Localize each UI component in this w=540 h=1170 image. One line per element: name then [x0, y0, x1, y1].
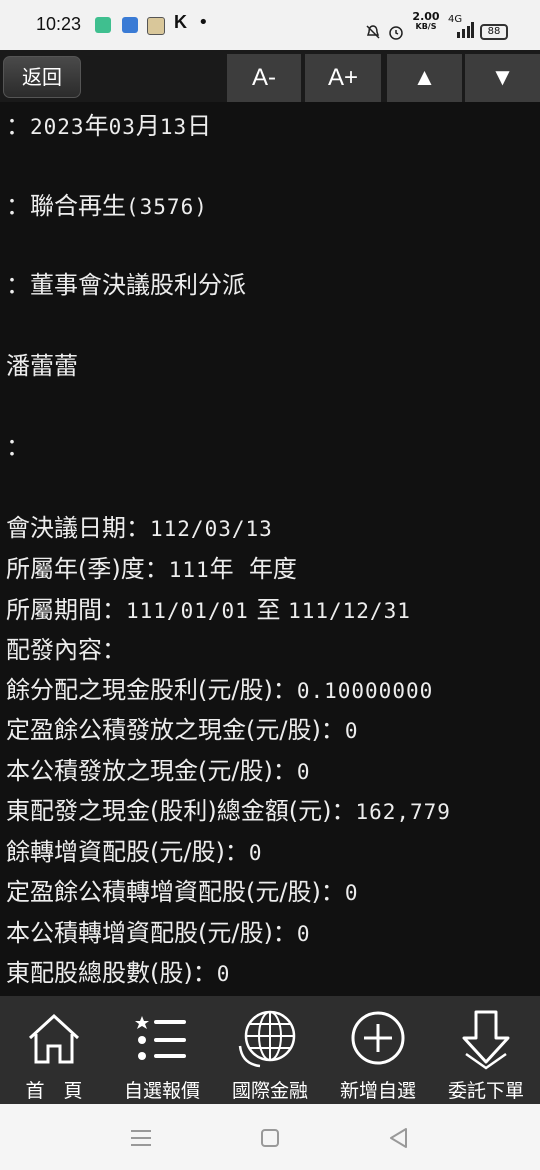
signal-icon [457, 22, 474, 38]
nav-international-label: 國際金融 [231, 1080, 308, 1102]
system-navigation-bar [0, 1104, 540, 1170]
mute-icon [366, 25, 380, 39]
font-increase-button[interactable]: A+ [305, 54, 381, 102]
stock-dividend: 餘轉增資配股(元/股)：0 [6, 838, 263, 866]
bottom-navigation: 首 頁 自選報價 國際金融 新增自選 委託下單 [0, 996, 540, 1104]
article-subject: ：董事會決議股利分派 [6, 271, 246, 299]
article-company: ：聯合再生(3576) [6, 192, 208, 220]
status-bar: 10:23 K • 2.00 KB/S 4G 88 [0, 0, 540, 50]
distribution-heading: 配發內容： [6, 636, 126, 664]
face-notification-icon [147, 17, 165, 35]
font-decrease-button[interactable]: A- [227, 54, 301, 102]
robot-notification-icon [122, 17, 138, 33]
fiscal-year: 所屬年(季)度：111年 年度 [6, 555, 297, 583]
status-time: 10:23 [36, 14, 82, 34]
meeting-date: 會決議日期：112/03/13 [6, 514, 273, 542]
nav-add-watchlist[interactable]: 新增自選 [324, 996, 432, 1104]
capital-reserve-cash: 本公積發放之現金(元/股)：0 [6, 757, 311, 785]
nav-place-order-label: 委託下單 [447, 1080, 524, 1102]
list-icon [135, 1016, 186, 1060]
fiscal-period: 所屬期間：111/01/01 至 111/12/31 [6, 596, 411, 624]
battery-icon: 88 [480, 24, 508, 40]
capital-reserve-stock: 本公積轉增資配股(元/股)：0 [6, 919, 311, 947]
nav-add-watchlist-label: 新增自選 [339, 1080, 416, 1102]
home-icon [28, 1013, 80, 1064]
article-content: ：2023年03月13日 ：聯合再生(3576) ：董事會決議股利分派 潘蕾蕾 … [0, 102, 540, 996]
article-colon: ： [6, 433, 30, 461]
total-cash-dividend: 東配發之現金(股利)總金額(元)：162,779 [6, 797, 451, 825]
nav-watchlist[interactable]: 自選報價 [108, 996, 216, 1104]
toolbar: 返回 A- A+ ▲ ▼ [0, 50, 540, 102]
nav-watchlist-label: 自選報價 [123, 1080, 200, 1102]
article-date: ：2023年03月13日 [6, 112, 212, 140]
cash-dividend: 餘分配之現金股利(元/股)：0.10000000 [6, 676, 434, 704]
alarm-icon [389, 26, 403, 40]
add-icon [351, 1011, 405, 1065]
nav-home[interactable]: 首 頁 [0, 996, 108, 1104]
more-notifications-dot: • [198, 12, 209, 33]
article-author: 潘蕾蕾 [6, 352, 78, 380]
back-button[interactable]: 返回 [3, 56, 81, 98]
next-article-button[interactable]: ▼ [465, 54, 540, 102]
nav-international[interactable]: 國際金融 [216, 996, 324, 1104]
previous-article-button[interactable]: ▲ [387, 54, 462, 102]
globe-icon [238, 1010, 296, 1068]
network-speed: 2.00 KB/S [412, 10, 440, 31]
reserve-stock: 定盈餘公積轉增資配股(元/股)：0 [6, 878, 359, 906]
reserve-cash: 定盈餘公積發放之現金(元/股)：0 [6, 716, 359, 744]
back-system-icon[interactable] [388, 1127, 408, 1149]
home-system-icon[interactable] [260, 1128, 280, 1148]
nav-place-order[interactable]: 委託下單 [432, 996, 540, 1104]
down-arrow-icon [462, 1010, 510, 1070]
app-notification-icon [95, 17, 111, 33]
k-notification-icon: K [174, 12, 187, 32]
total-stock-shares: 東配股總股數(股)：0 [6, 959, 231, 987]
recent-apps-icon[interactable] [130, 1129, 152, 1147]
nav-home-label: 首 頁 [25, 1080, 83, 1102]
